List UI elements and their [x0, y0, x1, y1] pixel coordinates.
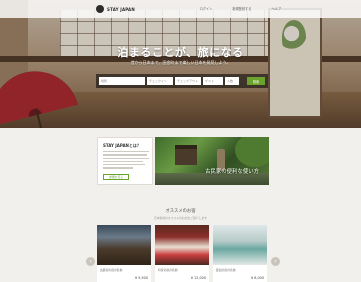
recommend-subtitle: 日本各地のオススメのお宿をご紹介します — [153, 216, 208, 220]
site-logo[interactable]: STAY JAPAN — [96, 5, 135, 13]
nav-help-link[interactable]: ヘルプ — [271, 6, 281, 11]
recommend-title: オススメのお宿 — [165, 209, 196, 214]
search-button[interactable]: 検索 — [247, 77, 265, 85]
listing-photo — [155, 225, 209, 265]
listing-price: ¥ 9,500 — [135, 276, 148, 280]
listing-card[interactable]: 町家の宿の名前 ¥ 12,000 — [155, 225, 209, 282]
about-description — [103, 151, 149, 171]
search-count-select[interactable]: 人数 — [225, 77, 239, 85]
promo-text: 古民家の便利な使い方 — [205, 169, 259, 175]
promo-tree — [235, 137, 269, 167]
about-text-line — [103, 160, 143, 163]
listing-name: 民泊の宿の名前 — [216, 268, 236, 272]
about-text-line — [103, 151, 149, 153]
search-checkout-input[interactable]: チェックアウト — [175, 77, 201, 85]
logo-mark-icon — [96, 5, 104, 13]
listing-photo — [213, 225, 267, 265]
search-location-input[interactable]: 場所 — [99, 77, 145, 85]
listing-name: 古民家の宿の名前 — [100, 268, 123, 272]
about-box: STAY JAPANとは？ 詳細を見る — [97, 137, 153, 185]
listing-photo — [97, 225, 151, 265]
about-details-button[interactable]: 詳細を見る — [103, 174, 129, 180]
search-guests-input[interactable]: ゲスト — [203, 77, 223, 85]
page: 泊まることが、旅になる 昔から日本まで、田舎町まで楽しい日本を発見しよう。 場所… — [0, 0, 361, 282]
about-text-line — [103, 164, 145, 166]
nav-login-link[interactable]: ログイン — [200, 6, 213, 11]
carousel-prev-icon[interactable]: ‹ — [86, 257, 95, 266]
logo-text: STAY JAPAN — [107, 6, 135, 12]
search-bar: 場所 チェックイン チェックアウト ゲスト 人数 検索 — [96, 74, 268, 88]
hero-subtitle: 昔から日本まで、田舎町まで楽しい日本を発見しよう。 — [130, 60, 231, 65]
listing-name: 町家の宿の名前 — [158, 268, 178, 272]
about-title: STAY JAPANとは？ — [103, 143, 141, 148]
about-text-line — [103, 157, 149, 159]
nav-links: ログイン 新規登録する ヘルプ — [200, 6, 281, 11]
listing-price: ¥ 12,000 — [190, 276, 206, 280]
hero-title: 泊まることが、旅になる — [117, 46, 244, 59]
listing-price: ¥ 8,000 — [251, 276, 264, 280]
nav-signup-link[interactable]: 新規登録する — [232, 6, 251, 11]
promo-banner[interactable]: 古民家の便利な使い方 — [155, 137, 269, 185]
carousel-next-icon[interactable]: › — [271, 257, 280, 266]
promo-gate — [175, 145, 197, 165]
hero-image: 泊まることが、旅になる 昔から日本まで、田舎町まで楽しい日本を発見しよう。 場所… — [0, 0, 361, 128]
search-checkin-input[interactable]: チェックイン — [147, 77, 173, 85]
about-text-line — [103, 154, 147, 156]
listing-card[interactable]: 古民家の宿の名前 ¥ 9,500 — [97, 225, 151, 282]
listing-card[interactable]: 民泊の宿の名前 ¥ 8,000 — [213, 225, 267, 282]
top-nav: STAY JAPAN ログイン 新規登録する ヘルプ — [0, 0, 361, 18]
about-text-line — [103, 167, 133, 169]
